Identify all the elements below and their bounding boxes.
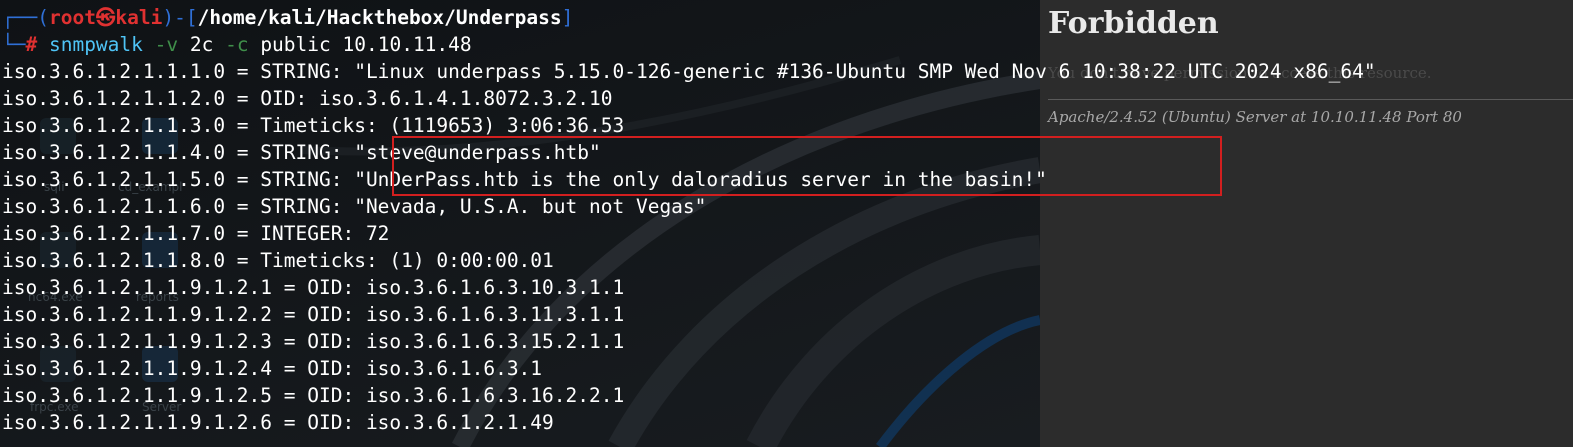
prompt-bracket: ]	[561, 6, 574, 29]
prompt-hash: #	[25, 33, 49, 56]
terminal-prompt-line: ┌──(root㉿kali)-[/home/kali/Hackthebox/Un…	[2, 4, 573, 31]
command-flag: -c	[225, 33, 249, 56]
terminal-output-line: iso.3.6.1.2.1.1.9.1.2.5 = OID: iso.3.6.1…	[2, 384, 625, 407]
page-title: Forbidden	[1048, 6, 1219, 41]
terminal-output-line: iso.3.6.1.2.1.1.9.1.2.3 = OID: iso.3.6.1…	[2, 330, 625, 353]
prompt-bracket: )-[	[162, 6, 198, 29]
divider	[1048, 99, 1573, 100]
prompt-bracket: ┌──(	[2, 6, 49, 29]
terminal-output-line: iso.3.6.1.2.1.1.9.1.2.6 = OID: iso.3.6.1…	[2, 411, 554, 434]
terminal-output-line: iso.3.6.1.2.1.1.6.0 = STRING: "Nevada, U…	[2, 195, 707, 218]
terminal-output-line: iso.3.6.1.2.1.1.9.1.2.2 = OID: iso.3.6.1…	[2, 303, 625, 326]
terminal-output-line: iso.3.6.1.2.1.1.2.0 = OID: iso.3.6.1.4.1…	[2, 87, 613, 110]
command-arg: public 10.10.11.48	[248, 33, 472, 56]
prompt-corner: └─	[2, 33, 26, 56]
terminal-output-line: iso.3.6.1.2.1.1.3.0 = Timeticks: (111965…	[2, 114, 625, 137]
server-signature: Apache/2.4.52 (Ubuntu) Server at 10.10.1…	[1048, 108, 1462, 126]
terminal-output-line: iso.3.6.1.2.1.1.8.0 = Timeticks: (1) 0:0…	[2, 249, 554, 272]
terminal-output-line: iso.3.6.1.2.1.1.9.1.2.4 = OID: iso.3.6.1…	[2, 357, 543, 380]
command-arg: 2c	[178, 33, 226, 56]
terminal-output-line: iso.3.6.1.2.1.1.9.1.2.1 = OID: iso.3.6.1…	[2, 276, 625, 299]
terminal-command-line[interactable]: └─# snmpwalk -v 2c -c public 10.10.11.48	[2, 31, 472, 58]
prompt-path: /home/kali/Hackthebox/Underpass	[197, 6, 562, 29]
terminal-output-line: iso.3.6.1.2.1.1.1.0 = STRING: "Linux und…	[2, 60, 1376, 83]
command-flag: -v	[154, 33, 179, 56]
terminal-output-line: iso.3.6.1.2.1.1.7.0 = INTEGER: 72	[2, 222, 390, 245]
prompt-user: root㉿kali	[48, 6, 163, 29]
highlight-box	[392, 136, 1222, 196]
command-name: snmpwalk	[48, 33, 143, 56]
